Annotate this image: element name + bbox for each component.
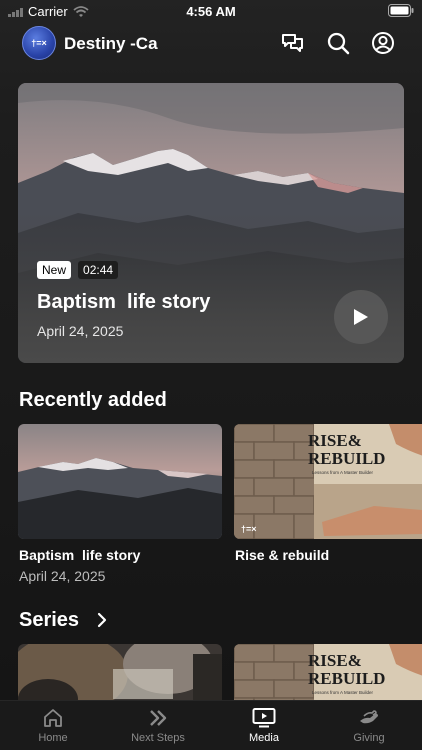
recent-card-baptism-date: April 24, 2025 (19, 568, 106, 584)
home-icon (44, 709, 62, 727)
tab-giving[interactable]: Giving (329, 707, 409, 744)
hero-badges: New 02:44 (37, 261, 119, 279)
tab-media[interactable]: Media (224, 707, 304, 744)
hero-date: April 24, 2025 (37, 323, 124, 339)
app-header: †=× Destiny -Ca (0, 26, 422, 62)
status-time: 4:56 AM (186, 4, 236, 19)
battery-icon (388, 4, 414, 20)
org-avatar-logo: †=× (31, 38, 47, 48)
rebuild-art-subtitle: Lessons from A Master Builder (312, 470, 374, 475)
app-screen: Carrier 4:56 AM †=× Destiny -Ca New 02:4… (0, 0, 422, 750)
series-art-title-1: RISE& (308, 651, 362, 670)
hero-gradient-overlay (18, 213, 404, 363)
profile-icon[interactable] (370, 30, 396, 56)
tab-media-label: Media (249, 732, 279, 744)
hero-title: Baptism life story (37, 291, 211, 313)
play-icon (354, 309, 368, 325)
rebuild-art-title-2: REBUILD (308, 449, 385, 468)
mountain-thumbnail (18, 424, 222, 539)
tab-next-steps-label: Next Steps (131, 732, 185, 744)
duration-badge: 02:44 (78, 261, 119, 279)
org-avatar[interactable]: †=× (22, 26, 56, 60)
media-play-icon (252, 708, 276, 728)
play-button[interactable] (334, 290, 388, 344)
tab-home[interactable]: Home (13, 707, 93, 744)
org-name[interactable]: Destiny -Ca (64, 34, 158, 54)
bottom-tab-bar: Home Next Steps Media Giving (0, 700, 422, 750)
recent-card-baptism-thumbnail[interactable] (18, 424, 222, 539)
tab-home-label: Home (38, 732, 68, 744)
recent-card-rebuild-thumbnail[interactable]: RISE& REBUILD Lessons from A Master Buil… (234, 424, 422, 539)
new-badge: New (37, 261, 72, 279)
giving-hand-icon (360, 710, 378, 724)
recent-card-baptism-title[interactable]: Baptism life story (19, 547, 140, 563)
search-icon[interactable] (325, 30, 351, 56)
recent-card-rebuild-title[interactable]: Rise & rebuild (235, 547, 329, 563)
rebuild-art-title-1: RISE& (308, 431, 362, 450)
series-heading[interactable]: Series (19, 609, 79, 632)
chevron-right-icon[interactable] (95, 612, 109, 628)
series-art-subtitle: Lessons from A Master Builder (312, 690, 374, 695)
double-chevron-icon (150, 710, 167, 726)
recently-added-heading: Recently added (19, 389, 167, 411)
tab-giving-label: Giving (353, 732, 385, 744)
series-art-title-2: REBUILD (308, 669, 385, 688)
tab-next-steps[interactable]: Next Steps (118, 707, 198, 744)
featured-video-card[interactable]: New 02:44 Baptism life story April 24, 2… (18, 83, 404, 363)
status-bar: Carrier 4:56 AM (0, 0, 422, 22)
rise-rebuild-artwork: RISE& REBUILD Lessons from A Master Buil… (234, 424, 422, 539)
rebuild-art-logo: †=× (241, 524, 257, 534)
chat-icon[interactable] (280, 30, 306, 56)
